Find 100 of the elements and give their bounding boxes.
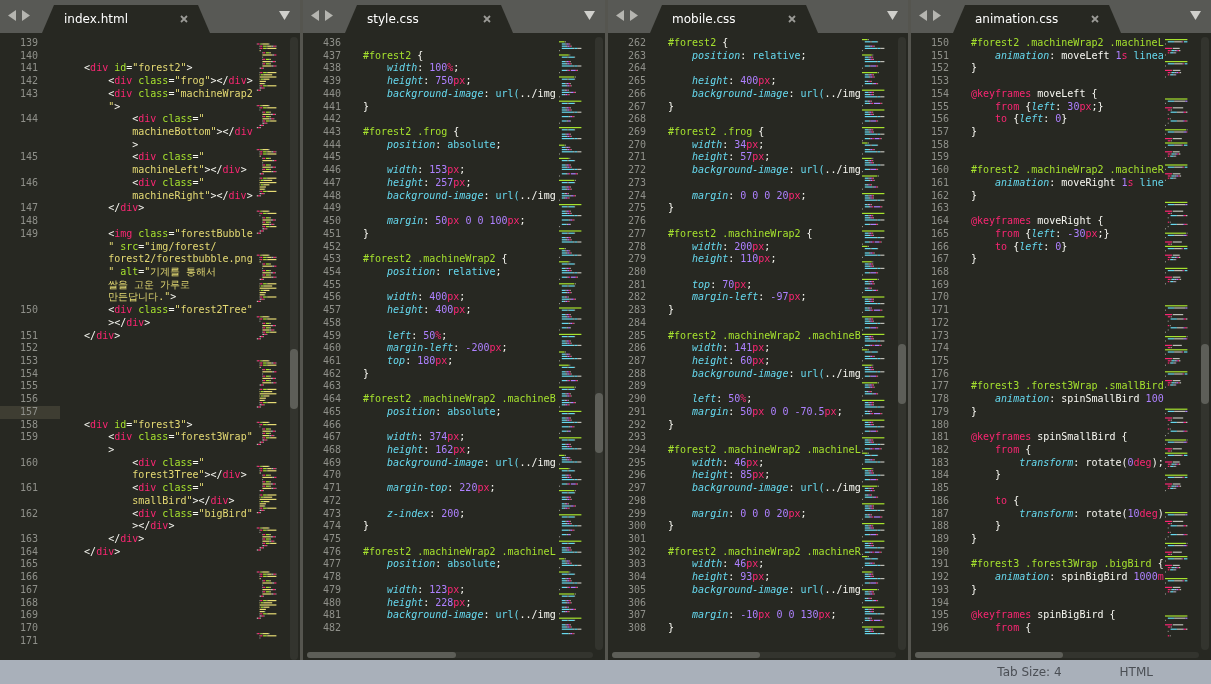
code-line: <div class="frog"></div>	[107, 75, 253, 88]
line-number: 446	[321, 164, 342, 177]
code-line: margin: 0 0 0 20px;	[691, 507, 807, 521]
line-number: 157	[929, 126, 950, 139]
line-number: 278	[626, 240, 647, 254]
horizontal-scrollbar[interactable]	[915, 652, 1199, 658]
right-arrow-icon[interactable]	[933, 10, 941, 21]
code-line: width: 200px;	[691, 240, 771, 254]
code-line: height: 400px;	[691, 75, 777, 88]
close-icon[interactable]	[483, 15, 491, 23]
code-line: ></div>	[131, 520, 175, 534]
line-number: 142	[18, 75, 39, 88]
close-icon[interactable]	[1091, 15, 1099, 23]
horizontal-scrollbar[interactable]	[307, 652, 593, 658]
code-line: width: 34px;	[691, 138, 765, 152]
code-line: #forest2 .machineWrap2 .machineR	[668, 545, 861, 559]
code-line: width: 100%;	[386, 62, 460, 76]
line-number: 270	[626, 138, 647, 152]
line-number: 166	[18, 571, 39, 584]
line-number: 158	[929, 138, 950, 152]
right-arrow-icon[interactable]	[22, 10, 30, 21]
left-arrow-icon[interactable]	[919, 10, 927, 21]
vertical-scrollbar[interactable]	[290, 37, 298, 660]
line-number: 302	[626, 545, 647, 559]
dropdown-triangle-icon[interactable]	[887, 11, 898, 20]
vertical-scrollbar[interactable]	[898, 37, 906, 650]
line-number: 186	[929, 494, 950, 508]
line-number: 147	[18, 202, 39, 216]
code-line: <img class="forestBubble	[107, 227, 253, 241]
line-number: 156	[18, 393, 39, 406]
file-tab[interactable]: animation.css	[953, 5, 1121, 33]
code-line: }	[668, 622, 675, 635]
right-arrow-icon[interactable]	[630, 10, 638, 21]
code-line: from {left: -30px;}	[994, 227, 1110, 241]
code-line: </div>	[83, 329, 121, 343]
right-arrow-icon[interactable]	[325, 10, 333, 21]
line-number: 447	[321, 176, 342, 190]
dropdown-triangle-icon[interactable]	[1190, 11, 1201, 20]
code-line: #forest3 .forest3Wrap .bigBird {	[971, 558, 1164, 572]
line-number: 457	[321, 304, 342, 317]
line-number: 303	[626, 558, 647, 572]
code-line: machineBottom"></div	[131, 126, 253, 139]
line-number: 265	[626, 75, 647, 88]
code-line: background-image: url(../img	[386, 456, 556, 470]
code-line: 쌀을 고운 가루로	[107, 278, 191, 292]
line-number: 443	[321, 126, 342, 139]
line-number: 277	[626, 227, 647, 241]
line-number: 163	[18, 533, 39, 546]
vertical-scrollbar[interactable]	[1201, 37, 1209, 650]
line-number: 282	[626, 291, 647, 305]
line-number: 161	[929, 176, 950, 190]
dropdown-triangle-icon[interactable]	[584, 11, 595, 20]
line-number: 149	[18, 227, 39, 241]
left-arrow-icon[interactable]	[8, 10, 16, 21]
code-line: " alt="기계를 통해서	[107, 265, 217, 279]
horizontal-scrollbar[interactable]	[612, 652, 896, 658]
line-number: 178	[929, 393, 950, 406]
line-number: 287	[626, 354, 647, 368]
code-line: #forest2 {	[363, 49, 424, 63]
syntax-label[interactable]: HTML	[1119, 665, 1153, 679]
vertical-scrollbar[interactable]	[595, 37, 603, 650]
line-number: 180	[929, 418, 950, 432]
code-line: #forest2 .machineWrap2 {	[363, 253, 508, 266]
code-line: from {	[994, 444, 1032, 457]
dropdown-triangle-icon[interactable]	[279, 11, 290, 20]
code-line: margin: 50px 0 0 -70.5px;	[691, 405, 843, 419]
line-number: 179	[929, 405, 950, 419]
close-icon[interactable]	[788, 15, 796, 23]
line-number: 151	[18, 329, 39, 343]
line-number: 144	[18, 113, 39, 127]
line-number: 152	[18, 342, 39, 355]
line-number: 464	[321, 393, 342, 406]
code-line: to {	[994, 494, 1020, 508]
line-number: 299	[626, 507, 647, 521]
code-line: background-image: url(../img	[691, 87, 861, 101]
line-number: 474	[321, 520, 342, 534]
code-line: to {left: 0}	[994, 240, 1068, 254]
line-number: 152	[929, 62, 950, 76]
file-tab[interactable]: style.css	[345, 5, 513, 33]
line-number: 276	[626, 215, 647, 228]
file-tab[interactable]: index.html	[42, 5, 210, 33]
file-tab[interactable]: mobile.css	[650, 5, 818, 33]
line-number: 185	[929, 482, 950, 495]
code-line: #forest3 .forest3Wrap .smallBird	[971, 380, 1164, 394]
code-line: }	[971, 126, 978, 139]
line-number: 450	[321, 215, 342, 228]
code-line: transform: rotate(0deg);	[1018, 456, 1164, 470]
code-line: position: relative;	[691, 49, 807, 63]
tab-size-label[interactable]: Tab Size: 4	[997, 665, 1062, 679]
code-line: ></div>	[107, 316, 151, 330]
left-arrow-icon[interactable]	[311, 10, 319, 21]
close-icon[interactable]	[180, 15, 188, 23]
code-line: }	[971, 533, 978, 546]
left-arrow-icon[interactable]	[616, 10, 624, 21]
line-number: 167	[18, 583, 39, 597]
code-line: to {left: 0}	[994, 113, 1068, 127]
line-number: 459	[321, 329, 342, 343]
line-number: 170	[18, 622, 39, 635]
line-number: 293	[626, 431, 647, 444]
code-line: #forest2 .machineWrap2 .machineL	[971, 37, 1164, 50]
